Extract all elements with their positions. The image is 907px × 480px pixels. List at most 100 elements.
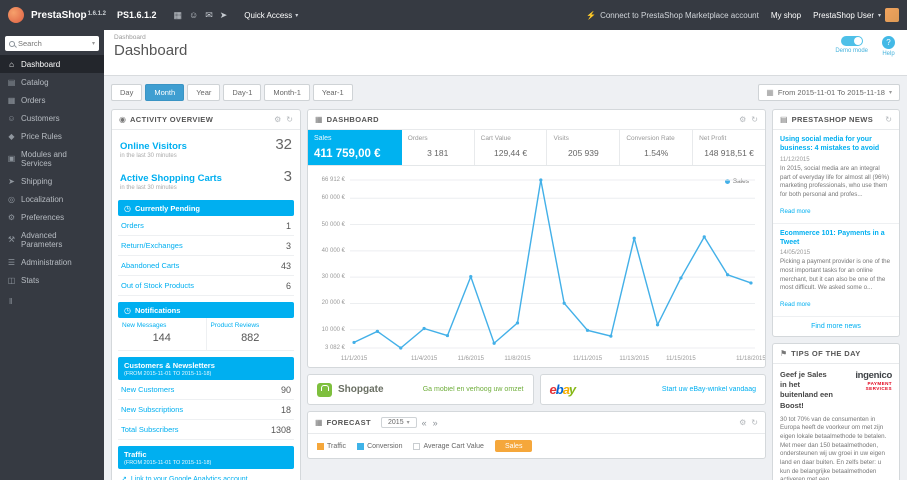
kpi-tab-orders[interactable]: Orders 3 181 [402, 130, 475, 165]
out-of-stock-link[interactable]: Out of Stock Products [121, 281, 194, 290]
sidebar-collapse-button[interactable]: ‖ [0, 289, 104, 314]
kpi-tab-sales[interactable]: Sales 411 759,00 € [308, 130, 402, 165]
sidebar-item-dashboard[interactable]: ⌂ Dashboard [0, 55, 104, 73]
demo-mode-toggle[interactable] [840, 36, 863, 46]
sidebar-item-modules[interactable]: ▣ Modules and Services [0, 145, 104, 172]
help-label: Help [882, 51, 895, 57]
new-messages-link[interactable]: New Messages [122, 322, 202, 329]
kpi-tab-net-profit[interactable]: Net Profit 148 918,51 € [693, 130, 765, 165]
tip-content: Geef je Sales in het buitenland een Boos… [773, 364, 899, 480]
filter-button-year[interactable]: Year [187, 84, 221, 101]
sidebar-item-localization[interactable]: ◎ Localization [0, 190, 104, 208]
gear-icon[interactable]: ⚙ [274, 115, 281, 124]
new-subscriptions-link[interactable]: New Subscriptions [121, 405, 183, 414]
filter-button-month-1[interactable]: Month-1 [264, 84, 310, 101]
ebay-link[interactable]: Start uw eBay-winkel vandaag [662, 386, 756, 393]
quick-access-menu[interactable]: Quick Access ▾ [244, 11, 298, 20]
prestashop-news-panel: ▤ PRESTASHOP NEWS ↻ Using social media f… [772, 109, 900, 338]
puzzle-icon: ▣ [7, 154, 16, 163]
next-year-button[interactable]: » [432, 418, 439, 428]
chart-x-axis: 11/1/2015 11/4/2015 11/6/2015 11/8/2015 11/1… [340, 356, 766, 362]
gear-icon[interactable]: ⚙ [739, 418, 746, 427]
refresh-icon[interactable]: ↻ [885, 115, 892, 124]
refresh-icon[interactable]: ↻ [751, 418, 758, 427]
sidebar-item-administration[interactable]: ☰ Administration [0, 253, 104, 271]
article-date: 14/05/2015 [780, 250, 811, 257]
sidebar-item-catalog[interactable]: ▤ Catalog [0, 73, 104, 91]
marketplace-link[interactable]: ⚡ Connect to PrestaShop Marketplace accou… [586, 11, 759, 20]
panel-header: ▦ FORECAST 2015 ▾ « » ⚙ ↻ [308, 412, 765, 434]
returns-link[interactable]: Return/Exchanges [121, 241, 183, 250]
sidebar-item-label: Catalog [21, 77, 49, 87]
forecast-year-select[interactable]: 2015 ▾ [381, 417, 417, 428]
user-menu[interactable]: PrestaShop User ▾ [813, 8, 899, 22]
clock-icon: ◷ [124, 203, 131, 213]
search-input[interactable] [18, 39, 89, 48]
filter-button-month[interactable]: Month [145, 84, 185, 101]
kpi-tab-cart-value[interactable]: Cart Value 129,44 € [475, 130, 548, 165]
previous-year-button[interactable]: « [421, 418, 428, 428]
metric-subtext: in the last 30 minutes [120, 185, 177, 191]
active-carts-metric: Active Shopping Carts 3 in the last 30 mi… [112, 162, 300, 194]
shopgate-logo-icon [317, 382, 332, 397]
cart-icon[interactable]: ▦ [173, 10, 182, 21]
conversion-checkbox[interactable]: Conversion [357, 442, 402, 450]
sidebar-item-advanced-parameters[interactable]: ⚒ Advanced Parameters [0, 226, 104, 253]
new-customers-link[interactable]: New Customers [121, 385, 174, 394]
refresh-icon[interactable]: ↻ [751, 115, 758, 124]
sidebar-item-label: Customers [21, 113, 60, 123]
average-cart-value-checkbox[interactable]: Average Cart Value [413, 442, 484, 450]
refresh-icon[interactable]: ↻ [286, 115, 293, 124]
sidebar-item-preferences[interactable]: ⚙ Preferences [0, 208, 104, 226]
chevron-down-icon: ▾ [91, 41, 95, 47]
orders-link[interactable]: Orders [121, 221, 144, 230]
pending-row: Abandoned Carts 43 [118, 256, 294, 276]
read-more-link[interactable]: Read more [780, 208, 811, 215]
filter-button-year-1[interactable]: Year-1 [312, 84, 353, 101]
total-subscribers-link[interactable]: Total Subscribers [121, 425, 179, 434]
sidebar-item-orders[interactable]: ▦ Orders [0, 91, 104, 109]
shopgate-link[interactable]: Ga mobiel en verhoog uw omzet [423, 386, 524, 393]
kpi-tab-visits[interactable]: Visits 205 939 [547, 130, 621, 165]
sidebar-item-price-rules[interactable]: ◆ Price Rules [0, 127, 104, 145]
date-range-picker[interactable]: ▦ From 2015-11-01 To 2015-11-18 ▾ [758, 84, 900, 101]
active-carts-link[interactable]: Active Shopping Carts [120, 173, 222, 184]
product-reviews-link[interactable]: Product Reviews [211, 322, 291, 329]
sidebar-item-label: Orders [21, 95, 46, 105]
help-icon[interactable]: ? [882, 36, 895, 49]
chart-icon: ◫ [7, 275, 16, 285]
messages-icon[interactable]: ✉ [205, 10, 213, 21]
google-analytics-link[interactable]: ↗ Link to your Google Analytics account [112, 469, 300, 480]
article-body: Picking a payment provider is one of the… [780, 258, 891, 292]
article-title-link[interactable]: Ecommerce 101: Payments in a Tweet [780, 229, 892, 248]
date-filter-bar: Day Month Year Day-1 Month-1 Year-1 ▦ Fr… [111, 84, 900, 101]
panel-title: TIPS OF THE DAY [791, 349, 861, 359]
my-shop-link[interactable]: My shop [771, 11, 801, 20]
customers-icon[interactable]: ☺ [189, 10, 198, 21]
filter-button-day[interactable]: Day [111, 84, 143, 101]
customers-row: New Subscriptions 18 [118, 400, 294, 420]
rocket-icon[interactable]: ➤ [220, 10, 228, 21]
find-more-news-link[interactable]: Find more news [773, 317, 899, 336]
read-more-link[interactable]: Read more [780, 301, 811, 308]
sidebar-item-shipping[interactable]: ➤ Shipping [0, 172, 104, 190]
dashboard-icon: ▦ [315, 115, 323, 124]
tools-icon: ⚒ [7, 235, 16, 244]
sidebar-item-customers[interactable]: ☺ Customers [0, 109, 104, 127]
kpi-tab-conversion-rate[interactable]: Conversion Rate 1.54% [620, 130, 694, 165]
gear-icon[interactable]: ⚙ [739, 115, 746, 124]
sidebar-search[interactable]: ▾ [5, 36, 99, 51]
filter-button-day-1[interactable]: Day-1 [223, 84, 262, 101]
online-visitors-link[interactable]: Online Visitors [120, 141, 187, 152]
traffic-checkbox[interactable]: Traffic [317, 442, 346, 450]
row-value: 18 [280, 404, 291, 415]
product-reviews-cell: Product Reviews 882 [205, 318, 295, 350]
sales-series-button[interactable]: Sales [494, 440, 533, 452]
sidebar-item-stats[interactable]: ◫ Stats [0, 271, 104, 289]
chart-y-axis: 66 912 €60 000 €50 000 €40 000 €30 000 €… [321, 177, 345, 351]
pending-row: Return/Exchanges 3 [118, 236, 294, 256]
prestashop-logo-icon [8, 7, 24, 23]
abandoned-carts-link[interactable]: Abandoned Carts [121, 261, 179, 270]
article-title-link[interactable]: Using social media for your business: 4 … [780, 135, 892, 154]
sidebar-item-label: Dashboard [21, 59, 61, 69]
